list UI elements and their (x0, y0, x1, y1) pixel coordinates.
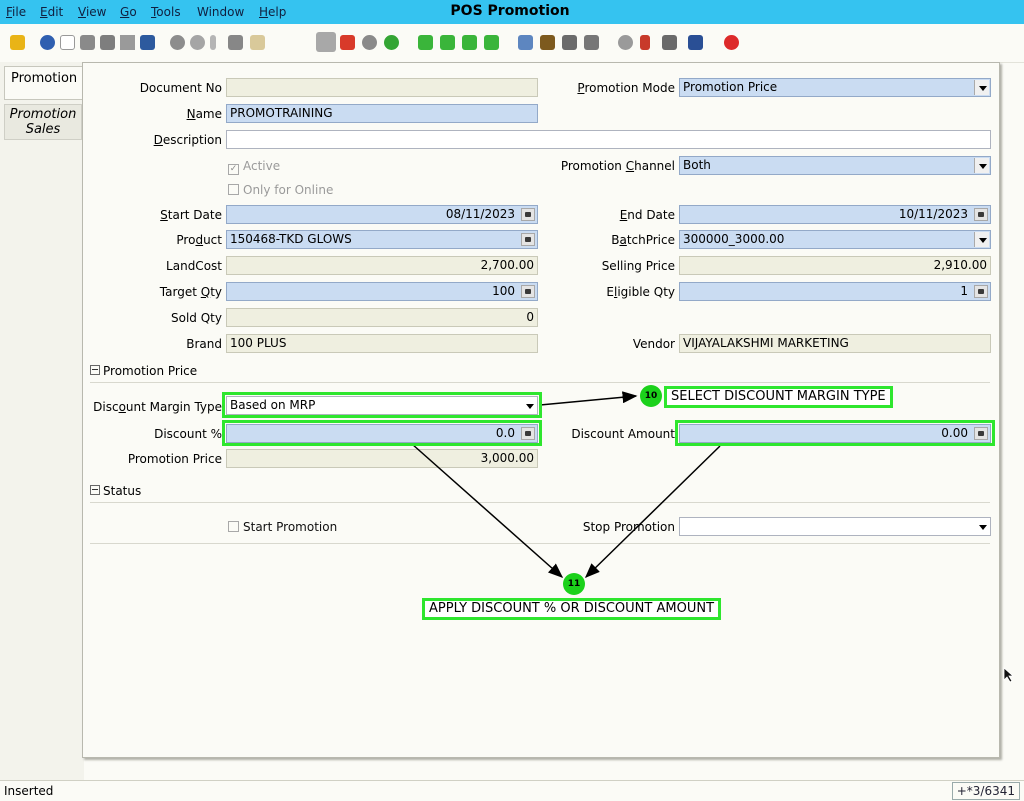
highlight-discount-amount (675, 420, 995, 446)
arrow-step11-left (411, 443, 564, 578)
highlight-discount-percent (222, 420, 542, 446)
callout-step10: SELECT DISCOUNT MARGIN TYPE (664, 386, 893, 408)
arrow-step10 (539, 391, 638, 406)
status-bar: Inserted +*3/6341 (0, 780, 1024, 801)
step-badge-11: 11 (563, 573, 585, 595)
callout-step11: APPLY DISCOUNT % OR DISCOUNT AMOUNT (422, 598, 722, 620)
arrow-step11-right (584, 445, 721, 579)
status-text: Inserted (4, 784, 54, 798)
highlight-discount-margin-type (222, 392, 542, 418)
mouse-cursor-icon (1003, 667, 1015, 683)
step-badge-10: 10 (640, 385, 662, 407)
record-info[interactable]: +*3/6341 (951, 782, 1020, 800)
